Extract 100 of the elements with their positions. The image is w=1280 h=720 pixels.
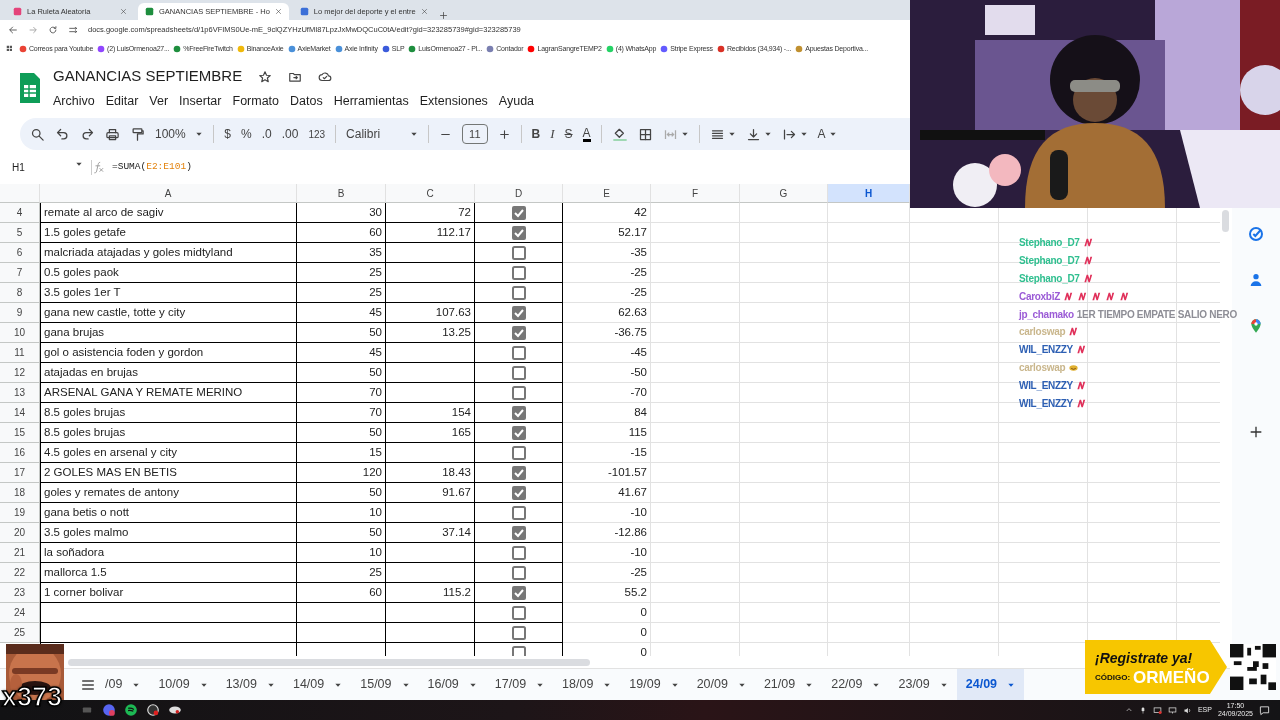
close-icon[interactable] xyxy=(120,8,127,15)
window-icon[interactable] xyxy=(80,705,94,715)
checkbox[interactable] xyxy=(512,626,526,640)
scrollbar-thumb[interactable] xyxy=(68,658,590,666)
bold-button[interactable]: B xyxy=(531,125,541,143)
percent-button[interactable]: % xyxy=(241,125,252,143)
close-icon[interactable] xyxy=(420,8,428,15)
sheet-tab[interactable]: /09 xyxy=(96,668,150,701)
column-header[interactable]: G xyxy=(740,184,828,203)
checkbox[interactable] xyxy=(512,506,526,520)
row-number[interactable]: 25 xyxy=(0,623,40,643)
checkbox[interactable] xyxy=(512,386,526,400)
sheet-tab[interactable]: 15/09 xyxy=(351,668,419,701)
text-rotation-button[interactable]: A xyxy=(817,125,826,143)
column-header[interactable]: F xyxy=(651,184,740,203)
menu-item[interactable]: Ayuda xyxy=(498,91,535,111)
row-number[interactable]: 8 xyxy=(0,283,40,303)
row-number[interactable]: 9 xyxy=(0,303,40,323)
sheet-tab[interactable]: 18/09 xyxy=(553,668,621,701)
chevron-up-icon[interactable] xyxy=(1124,706,1133,714)
name-box[interactable]: H1 xyxy=(12,159,92,175)
column-header[interactable]: B xyxy=(297,184,386,203)
column-header[interactable]: E xyxy=(563,184,651,203)
caret-icon[interactable] xyxy=(195,130,204,138)
checkbox[interactable] xyxy=(512,466,526,480)
checkbox[interactable] xyxy=(512,326,526,340)
document-title[interactable]: GANANCIAS SEPTIEMBRE xyxy=(53,65,243,88)
row-number[interactable]: 11 xyxy=(0,343,40,363)
vertical-align-icon[interactable] xyxy=(745,126,761,142)
sheet-tab[interactable]: 21/09 xyxy=(754,668,823,701)
caret-icon[interactable] xyxy=(680,130,689,138)
sheet-tab[interactable]: 22/09 xyxy=(822,668,890,701)
network-icon[interactable] xyxy=(1152,705,1162,715)
caret-icon[interactable] xyxy=(828,130,837,138)
number-format-button[interactable]: 123 xyxy=(308,126,326,142)
checkbox[interactable] xyxy=(512,486,526,500)
sheet-tab[interactable]: 19/09 xyxy=(620,668,688,701)
scrollbar-thumb[interactable] xyxy=(1222,210,1229,232)
checkbox[interactable] xyxy=(512,226,526,240)
checkbox[interactable] xyxy=(512,406,526,420)
caret-icon[interactable] xyxy=(410,130,419,138)
sheet-tab[interactable]: 24/09 xyxy=(956,668,1025,701)
row-number[interactable]: 23 xyxy=(0,583,40,603)
checkbox[interactable] xyxy=(512,606,526,620)
checkbox[interactable] xyxy=(512,446,526,460)
caret-icon[interactable] xyxy=(799,130,808,138)
borders-icon[interactable] xyxy=(637,126,653,142)
star-icon[interactable] xyxy=(258,69,273,84)
caret-icon[interactable] xyxy=(763,130,772,138)
column-header[interactable]: H xyxy=(828,184,910,203)
record-app-icon[interactable] xyxy=(146,703,160,717)
caret-icon[interactable] xyxy=(727,130,736,138)
column-header[interactable]: C xyxy=(386,184,475,203)
tasks-icon[interactable] xyxy=(1248,226,1264,242)
checkbox[interactable] xyxy=(512,546,526,560)
checkbox[interactable] xyxy=(512,426,526,440)
search-icon[interactable] xyxy=(30,126,45,142)
sheet-tab[interactable]: 16/09 xyxy=(418,668,486,701)
strikethrough-button[interactable]: S xyxy=(564,125,573,143)
menu-item[interactable]: Insertar xyxy=(179,91,222,111)
checkbox[interactable] xyxy=(512,366,526,380)
text-color-button[interactable]: A xyxy=(582,126,591,142)
row-number[interactable]: 17 xyxy=(0,463,40,483)
undo-icon[interactable] xyxy=(55,126,70,142)
row-number[interactable]: 15 xyxy=(0,423,40,443)
sheet-tab[interactable]: 23/09 xyxy=(889,668,957,701)
row-number[interactable]: 12 xyxy=(0,363,40,383)
notification-icon[interactable] xyxy=(1259,704,1270,716)
menu-item[interactable]: Datos xyxy=(290,91,323,111)
checkbox[interactable] xyxy=(512,646,526,656)
formula-field[interactable]: =SUMA(E2:E101) xyxy=(112,159,192,175)
decrease-decimals-button[interactable]: .0 xyxy=(261,125,272,143)
menu-item[interactable]: Ver xyxy=(149,91,169,111)
zoom-select[interactable]: 100% xyxy=(155,125,204,143)
row-number[interactable]: 18 xyxy=(0,483,40,503)
row-number[interactable]: 14 xyxy=(0,403,40,423)
font-select[interactable]: Calibri xyxy=(346,125,419,143)
menu-item[interactable]: Herramientas xyxy=(333,91,409,111)
sheet-tab[interactable]: 10/09 xyxy=(149,668,217,701)
row-number[interactable]: 16 xyxy=(0,443,40,463)
apps-icon[interactable] xyxy=(6,44,15,54)
close-icon[interactable] xyxy=(274,8,282,15)
sheet-tab[interactable]: 13/09 xyxy=(216,668,284,701)
contacts-icon[interactable] xyxy=(1248,272,1264,288)
row-number[interactable]: 19 xyxy=(0,503,40,523)
font-size-field[interactable]: 11 xyxy=(462,123,488,145)
checkbox[interactable] xyxy=(512,266,526,280)
checkbox[interactable] xyxy=(512,246,526,260)
italic-button[interactable]: I xyxy=(550,124,555,144)
row-number[interactable]: 22 xyxy=(0,563,40,583)
reload-icon[interactable] xyxy=(48,25,58,35)
menu-item[interactable]: Editar xyxy=(105,91,139,111)
checkbox[interactable] xyxy=(512,206,526,220)
row-number[interactable]: 10 xyxy=(0,323,40,343)
currency-button[interactable]: $ xyxy=(224,125,232,143)
row-number[interactable]: 7 xyxy=(0,263,40,283)
checkbox[interactable] xyxy=(512,286,526,300)
maps-icon[interactable] xyxy=(1248,318,1264,334)
checkbox[interactable] xyxy=(512,306,526,320)
monitor-icon[interactable] xyxy=(1167,705,1177,715)
